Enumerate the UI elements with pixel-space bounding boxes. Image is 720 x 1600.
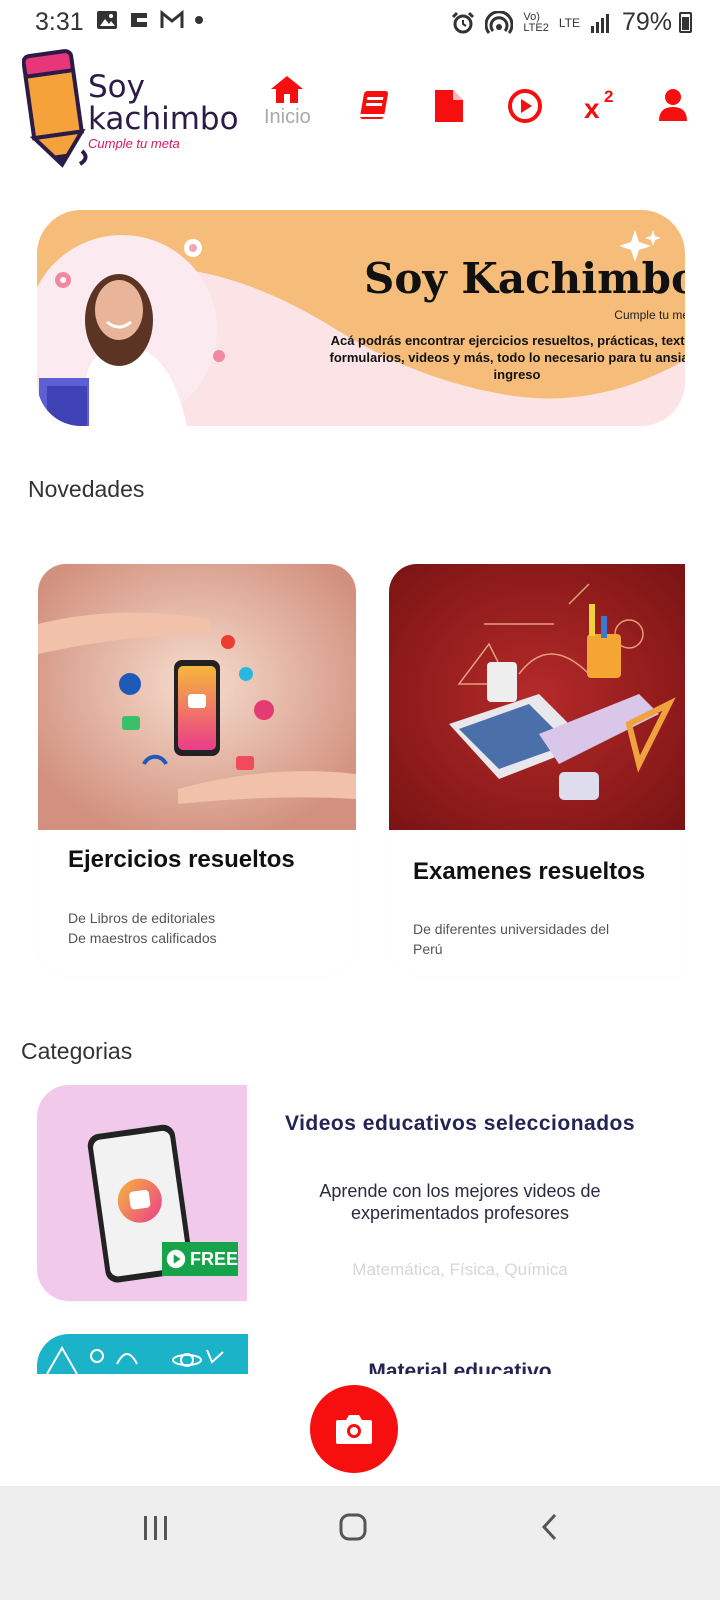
sync-app-icon bbox=[131, 13, 147, 27]
category-description: Aprende con los mejores videos de experi… bbox=[270, 1180, 650, 1224]
document-icon bbox=[435, 90, 463, 122]
card-title: Ejercicios resueltos bbox=[68, 846, 295, 873]
nav-home-label: Inicio bbox=[264, 106, 311, 128]
category-desc-line2: experimentados profesores bbox=[350, 1203, 570, 1223]
nav-formulas[interactable]: x2 bbox=[584, 86, 620, 122]
card-image-desk bbox=[389, 564, 685, 830]
card-description: De diferentes universidades del Perú bbox=[413, 919, 653, 959]
lte-label: LTE bbox=[558, 15, 580, 30]
status-time: 3:31 bbox=[35, 8, 84, 36]
back-icon[interactable] bbox=[538, 1512, 562, 1542]
alarm-icon bbox=[452, 11, 475, 33]
logo-tagline: Cumple tu meta bbox=[88, 136, 180, 151]
superscript-icon: x2 bbox=[584, 87, 613, 122]
play-icon bbox=[508, 89, 542, 123]
logo-text-kachimbo: kachimbo bbox=[88, 101, 239, 137]
category-title: Material educativo bbox=[368, 1360, 552, 1374]
home-button-icon[interactable] bbox=[338, 1512, 368, 1542]
category-title: Videos educativos seleccionados bbox=[284, 1112, 636, 1135]
hotspot-icon bbox=[485, 10, 514, 34]
card-image-phone bbox=[38, 564, 356, 830]
play-circle-icon bbox=[166, 1249, 186, 1269]
free-badge-label: FREE bbox=[189, 1248, 238, 1269]
category-desc-line1: Aprende con los mejores videos de bbox=[319, 1181, 601, 1201]
card-description: De Libros de editoriales De maestros cal… bbox=[68, 908, 308, 948]
card-desc-line1: De diferentes universidades del bbox=[413, 921, 610, 937]
doodle-pattern bbox=[46, 1345, 224, 1374]
svg-text:x: x bbox=[584, 93, 600, 122]
gmail-icon bbox=[160, 10, 184, 28]
system-navigation-bar bbox=[0, 1486, 720, 1600]
signal-icon bbox=[590, 13, 609, 33]
gallery-icon bbox=[97, 11, 117, 29]
hero-banner[interactable]: Soy Kachimbo Cumple tu meta Acá podrás e… bbox=[37, 210, 685, 426]
card-desc-line2: Perú bbox=[413, 941, 443, 957]
banner-description: Acá podrás encontrar ejercicios resuelto… bbox=[329, 333, 685, 382]
news-heading: Novedades bbox=[28, 476, 145, 502]
category-image-phone: FREE bbox=[37, 1085, 247, 1301]
card-desc-line2: De maestros calificados bbox=[68, 930, 217, 946]
status-bar: 3:31 Vo) LTE2 LTE 79% bbox=[0, 0, 720, 46]
user-icon bbox=[659, 89, 687, 121]
nav-documents[interactable] bbox=[433, 88, 465, 124]
dot-icon bbox=[195, 16, 203, 24]
camera-fab-button[interactable] bbox=[310, 1385, 398, 1473]
categories-heading: Categorias bbox=[21, 1038, 133, 1064]
category-subjects: Matemática, Física, Química bbox=[352, 1260, 568, 1279]
card-desc-line1: De Libros de editoriales bbox=[68, 910, 216, 926]
svg-text:2: 2 bbox=[604, 87, 613, 106]
battery-percent: 79% bbox=[621, 8, 672, 36]
recent-apps-icon[interactable] bbox=[142, 1514, 170, 1542]
news-card-examenes[interactable]: Examenes resueltos De diferentes univers… bbox=[389, 564, 685, 976]
nav-profile[interactable] bbox=[658, 88, 688, 122]
category-image-doodles bbox=[37, 1334, 248, 1374]
battery-icon bbox=[679, 12, 692, 33]
home-icon bbox=[271, 76, 304, 103]
nav-videos[interactable] bbox=[507, 88, 543, 124]
lte2-label: LTE2 bbox=[523, 21, 549, 34]
banner-subtitle: Cumple tu meta bbox=[614, 308, 685, 322]
nav-books[interactable] bbox=[357, 88, 391, 122]
camera-icon bbox=[336, 1415, 372, 1444]
card-title: Examenes resueltos bbox=[413, 858, 646, 885]
nav-home[interactable]: Inicio bbox=[264, 74, 311, 129]
news-card-ejercicios[interactable]: Ejercicios resueltos De Libros de editor… bbox=[38, 564, 356, 976]
banner-title: Soy Kachimbo bbox=[364, 254, 685, 303]
logo-text-soy: Soy bbox=[88, 69, 145, 105]
book-icon bbox=[359, 91, 388, 119]
volte-label: Vo) bbox=[523, 10, 540, 23]
free-badge: FREE bbox=[162, 1242, 238, 1276]
